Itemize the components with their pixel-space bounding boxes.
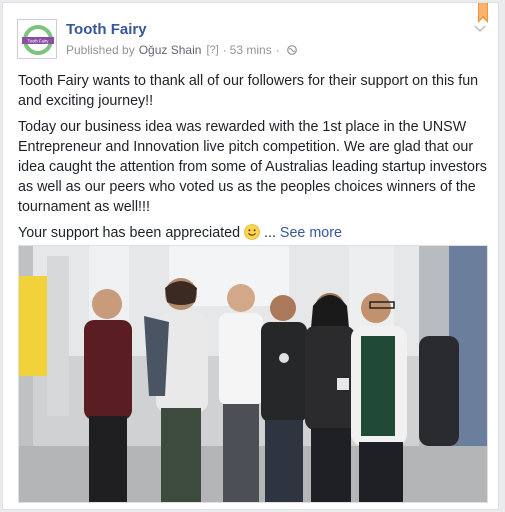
bookmark-icon[interactable] [478,3,488,23]
help-link[interactable]: [?] [206,44,218,56]
post-meta: Published by Oğuz Shain [?] · 53 mins · [66,43,297,57]
post-paragraph-1: Tooth Fairy wants to thank all of our fo… [18,73,479,109]
meta-separator-2: · [275,43,280,57]
published-by-label: Published by [66,43,135,57]
post-time-link[interactable]: 53 mins [230,43,272,57]
page-name-link[interactable]: Tooth Fairy [66,21,147,38]
see-more-link[interactable]: See more [280,225,342,241]
ellipsis: ... [264,225,276,241]
post-body: Tooth Fairy wants to thank all of our fo… [18,71,488,249]
post-paragraph-3-text: Your support has been appreciated [18,225,241,241]
globe-icon [286,45,297,55]
post-card: Tooth Fairy Tooth Fairy Published by Oğu… [2,2,499,510]
post-paragraph-3: Your support has been appreciated ... Se… [18,223,488,243]
author-link[interactable]: Oğuz Shain [139,43,202,57]
post-paragraph-2: Today our business idea was rewarded wit… [18,119,487,215]
chevron-down-icon[interactable] [474,25,486,33]
team-group-photo [19,246,487,502]
tooth-fairy-logo: Tooth Fairy [22,25,54,55]
post-photo[interactable] [18,245,488,503]
page-avatar[interactable]: Tooth Fairy [17,19,57,59]
svg-text:Tooth Fairy: Tooth Fairy [28,39,50,44]
meta-separator: · [222,43,227,57]
smile-emoji-icon [244,224,260,240]
